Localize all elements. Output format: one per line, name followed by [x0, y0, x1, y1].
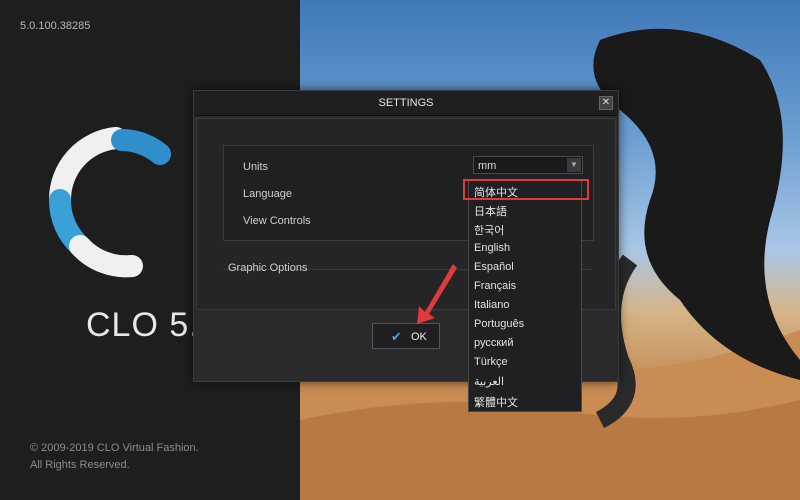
copyright-text: © 2009-2019 CLO Virtual Fashion. All Rig…: [30, 440, 199, 474]
language-option[interactable]: 日本語: [474, 203, 507, 219]
language-option[interactable]: 繁體中文: [474, 394, 518, 410]
version-text: 5.0.100.38285: [20, 20, 91, 32]
language-option[interactable]: Türkçe: [474, 356, 508, 368]
language-option[interactable]: Español: [474, 261, 514, 273]
dialog-title: SETTINGS: [378, 97, 434, 109]
language-label: Language: [243, 188, 292, 200]
units-label: Units: [243, 161, 269, 173]
arrow-annotation-icon: [417, 264, 457, 324]
language-option[interactable]: 한국어: [474, 222, 504, 238]
product-name: CLO 5.: [86, 306, 200, 344]
language-option[interactable]: Português: [474, 318, 524, 330]
copyright-line-2: All Rights Reserved.: [30, 459, 130, 471]
ok-label: OK: [411, 331, 427, 343]
language-option[interactable]: العربية: [474, 375, 504, 388]
language-option[interactable]: English: [474, 242, 510, 254]
graphic-options-label[interactable]: Graphic Options: [228, 262, 307, 274]
units-value: mm: [478, 160, 497, 172]
language-option[interactable]: Français: [474, 280, 516, 292]
copyright-line-1: © 2009-2019 CLO Virtual Fashion.: [30, 442, 199, 454]
checkmark-icon: ✔: [391, 329, 402, 344]
close-icon[interactable]: ✕: [599, 96, 613, 110]
units-select[interactable]: mm ▼: [473, 156, 583, 174]
dialog-titlebar: SETTINGS ✕: [194, 91, 618, 116]
highlight-annotation: [463, 179, 589, 200]
language-option[interactable]: Italiano: [474, 299, 509, 311]
view-controls-label[interactable]: View Controls: [243, 215, 311, 227]
chevron-down-icon: ▼: [567, 158, 581, 172]
language-option[interactable]: русский: [474, 337, 513, 349]
language-dropdown-list[interactable]: 简体中文 日本語 한국어 English Español Français It…: [468, 179, 582, 412]
